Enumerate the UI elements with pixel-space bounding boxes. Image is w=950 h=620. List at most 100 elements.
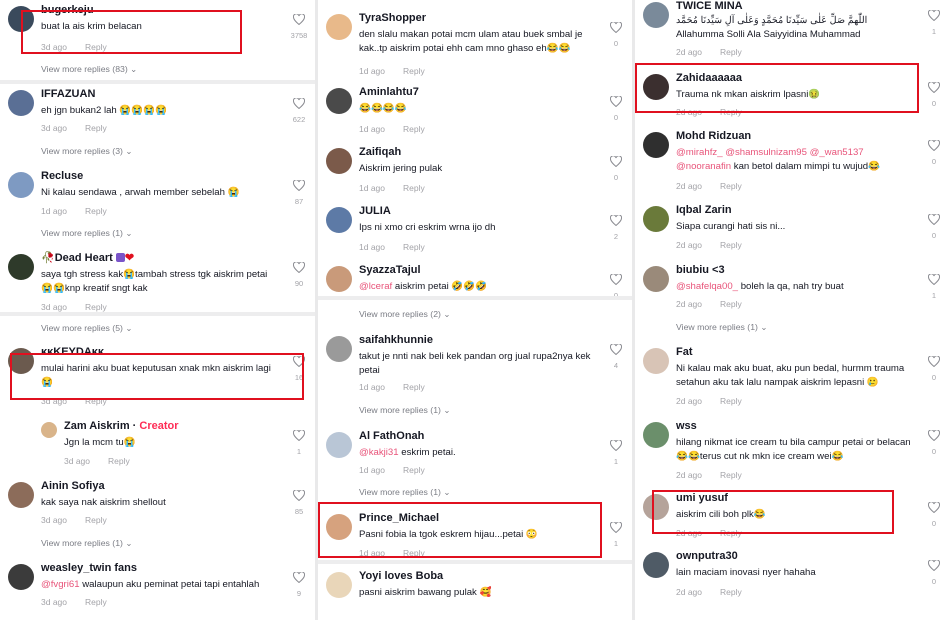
view-more-replies[interactable]: View more replies (1) ⌄ [41,228,133,239]
avatar[interactable] [8,254,34,280]
heart-icon[interactable] [928,356,940,367]
view-more-replies[interactable]: View more replies (3) ⌄ [41,146,133,157]
reply-button[interactable]: Reply [720,47,742,57]
reply-button[interactable]: Reply [720,587,742,597]
comment-author[interactable]: Yoyi loves Boba [359,570,443,583]
comment-author[interactable]: Ainin Sofiya [41,480,105,493]
view-more-replies[interactable]: View more replies (83) ⌄ [41,64,137,75]
comment-author[interactable]: Recluse [41,170,83,183]
avatar[interactable] [643,552,669,578]
reply-button[interactable]: Reply [85,597,107,607]
comment-author[interactable]: Fat [676,346,693,359]
avatar[interactable] [326,266,352,292]
avatar[interactable] [8,564,34,590]
heart-icon[interactable] [610,96,622,107]
comment-author[interactable]: Iqbal Zarin [676,204,732,217]
comment-author[interactable]: biubiu <3 [676,264,725,277]
reply-button[interactable]: Reply [85,302,107,312]
heart-icon[interactable] [293,572,305,583]
reply-button[interactable]: Reply [720,299,742,309]
reply-button[interactable]: Reply [85,123,107,133]
reply-button[interactable]: Reply [403,183,425,193]
comment-author[interactable]: Mohd Ridzuan [676,130,751,143]
heart-icon[interactable] [610,344,622,355]
comment-author[interactable]: Al FathOnah [359,430,424,443]
avatar[interactable] [326,432,352,458]
avatar[interactable] [326,207,352,233]
avatar[interactable] [326,572,352,598]
heart-icon[interactable] [293,98,305,109]
comment-author[interactable]: weasley_twin fans [41,562,137,575]
reply-button[interactable]: Reply [720,396,742,406]
avatar[interactable] [326,148,352,174]
reply-button[interactable]: Reply [403,465,425,475]
comment-author[interactable]: TWICE MINA [676,0,743,13]
view-more-replies[interactable]: View more replies (5) ⌄ [41,323,133,334]
mention-link[interactable]: @mirahfz_ [676,147,723,158]
reply-button[interactable]: Reply [403,124,425,134]
mention-link[interactable]: @_wan5137 [810,147,864,158]
reply-button[interactable]: Reply [108,456,130,466]
heart-icon[interactable] [610,22,622,33]
heart-icon[interactable] [610,274,622,285]
comment-author[interactable]: wss [676,420,697,433]
heart-icon[interactable] [928,140,940,151]
avatar[interactable] [643,132,669,158]
reply-button[interactable]: Reply [720,240,742,250]
mention-link[interactable]: @shafelqa00_ [676,281,738,292]
avatar[interactable] [326,88,352,114]
comment-author[interactable]: TyraShopper [359,12,426,25]
reply-button[interactable]: Reply [403,382,425,392]
avatar[interactable] [41,422,57,438]
comment-author[interactable]: Zam Aiskrim · Creator [64,420,179,433]
heart-icon[interactable] [610,156,622,167]
heart-icon[interactable] [928,274,940,285]
mention-link[interactable]: @nooranafin [676,161,731,172]
heart-icon[interactable] [928,560,940,571]
comment-author[interactable]: JULIA [359,205,391,218]
comment-author[interactable]: IFFAZUAN [41,88,95,101]
comment-author[interactable]: SyazzaTajul [359,264,421,277]
heart-icon[interactable] [610,215,622,226]
reply-button[interactable]: Reply [85,206,107,216]
reply-button[interactable]: Reply [85,515,107,525]
avatar[interactable] [643,266,669,292]
mention-link[interactable]: @shamsulnizam95 [725,147,807,158]
view-more-replies[interactable]: View more replies (1) ⌄ [359,487,451,498]
avatar[interactable] [8,482,34,508]
heart-icon[interactable] [610,522,622,533]
heart-icon[interactable] [928,82,940,93]
comment-author[interactable]: Zaifiqah [359,146,401,159]
view-more-replies[interactable]: View more replies (1) ⌄ [676,322,768,333]
avatar[interactable] [643,206,669,232]
mention-link[interactable]: @kakji31 [359,447,399,458]
heart-icon[interactable] [293,262,305,273]
mention-link[interactable]: @lceraf [359,281,392,292]
avatar[interactable] [8,90,34,116]
comment-author[interactable]: saifahkhunnie [359,334,433,347]
view-more-replies[interactable]: View more replies (1) ⌄ [41,538,133,549]
heart-icon[interactable] [610,440,622,451]
heart-icon[interactable] [928,10,940,21]
avatar[interactable] [643,348,669,374]
heart-icon[interactable] [293,14,305,25]
view-more-replies[interactable]: View more replies (2) ⌄ [359,309,451,320]
mention-link[interactable]: @fvgri61 [41,579,80,590]
reply-button[interactable]: Reply [720,470,742,480]
reply-button[interactable]: Reply [403,66,425,76]
heart-icon[interactable] [293,430,305,441]
comment-author[interactable]: 🥀Dead Heart ❤ [41,252,134,265]
avatar[interactable] [326,14,352,40]
reply-button[interactable]: Reply [720,181,742,191]
heart-icon[interactable] [293,490,305,501]
avatar[interactable] [643,2,669,28]
avatar[interactable] [8,172,34,198]
avatar[interactable] [643,422,669,448]
avatar[interactable] [326,336,352,362]
heart-icon[interactable] [293,180,305,191]
heart-icon[interactable] [928,430,940,441]
comment-author[interactable]: ownputra30 [676,550,738,563]
heart-icon[interactable] [928,502,940,513]
comment-author[interactable]: Aminlahtu7 [359,86,419,99]
reply-button[interactable]: Reply [403,242,425,252]
